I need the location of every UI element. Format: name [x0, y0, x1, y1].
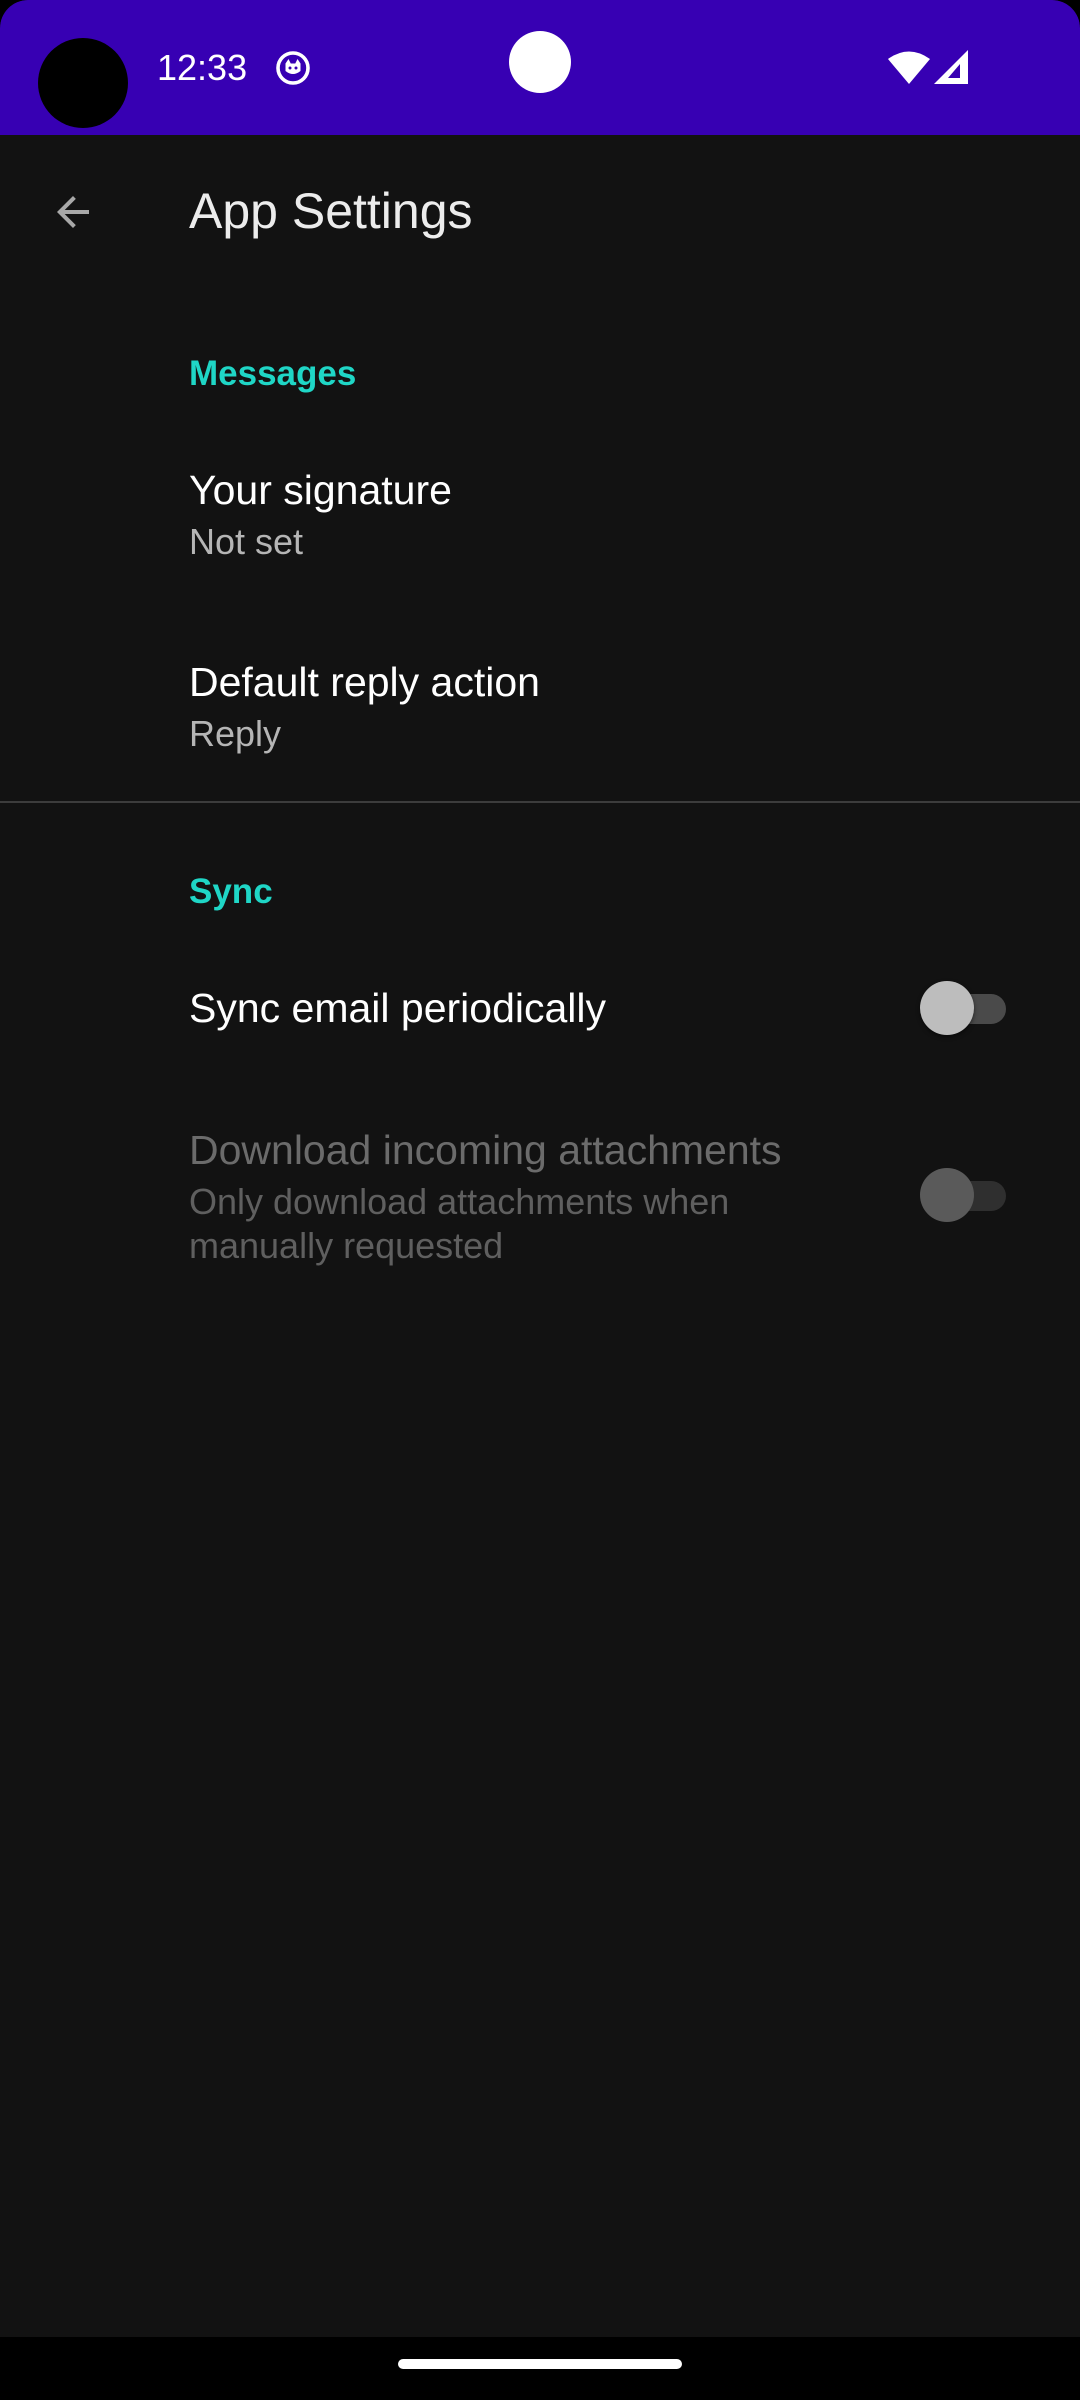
settings-screen: 12:33 App Settings Messages Your signatu… [0, 0, 1080, 2400]
status-time: 12:33 [157, 47, 248, 88]
pref-title: Default reply action [189, 659, 540, 705]
camera-cutout [38, 38, 128, 128]
status-center-dot [509, 31, 571, 93]
switch-thumb [920, 1168, 974, 1222]
switch-thumb [920, 981, 974, 1035]
download-attachments-switch[interactable] [920, 1166, 1008, 1224]
pref-download-incoming-attachments[interactable]: Download incoming attachments Only downl… [0, 1110, 1080, 1280]
category-messages-title: Messages [189, 354, 357, 393]
home-gesture-handle[interactable] [398, 2359, 682, 2369]
category-sync-title: Sync [189, 872, 273, 911]
pref-summary: Only download attachments when manually … [189, 1181, 730, 1266]
pref-title: Your signature [189, 467, 452, 513]
category-divider [0, 801, 1080, 803]
pref-default-reply-action[interactable]: Default reply action Reply [0, 630, 1080, 790]
pref-summary: Not set [189, 521, 304, 562]
sync-email-switch[interactable] [920, 979, 1008, 1037]
pref-title: Download incoming attachments [189, 1127, 782, 1173]
pref-title: Sync email periodically [189, 985, 607, 1031]
page-title: App Settings [189, 183, 473, 239]
notification-app-icon [276, 51, 310, 85]
pref-sync-email-periodically[interactable]: Sync email periodically [0, 950, 1080, 1070]
app-bar: App Settings [0, 135, 1080, 285]
arrow-back-icon [57, 196, 89, 228]
back-button[interactable] [26, 165, 120, 259]
pref-summary: Reply [189, 713, 282, 754]
status-bar: 12:33 [0, 0, 1080, 135]
cell-signal-icon [934, 50, 968, 84]
pref-your-signature[interactable]: Your signature Not set [0, 440, 1080, 600]
wifi-icon [888, 51, 930, 84]
navigation-bar [0, 2337, 1080, 2400]
